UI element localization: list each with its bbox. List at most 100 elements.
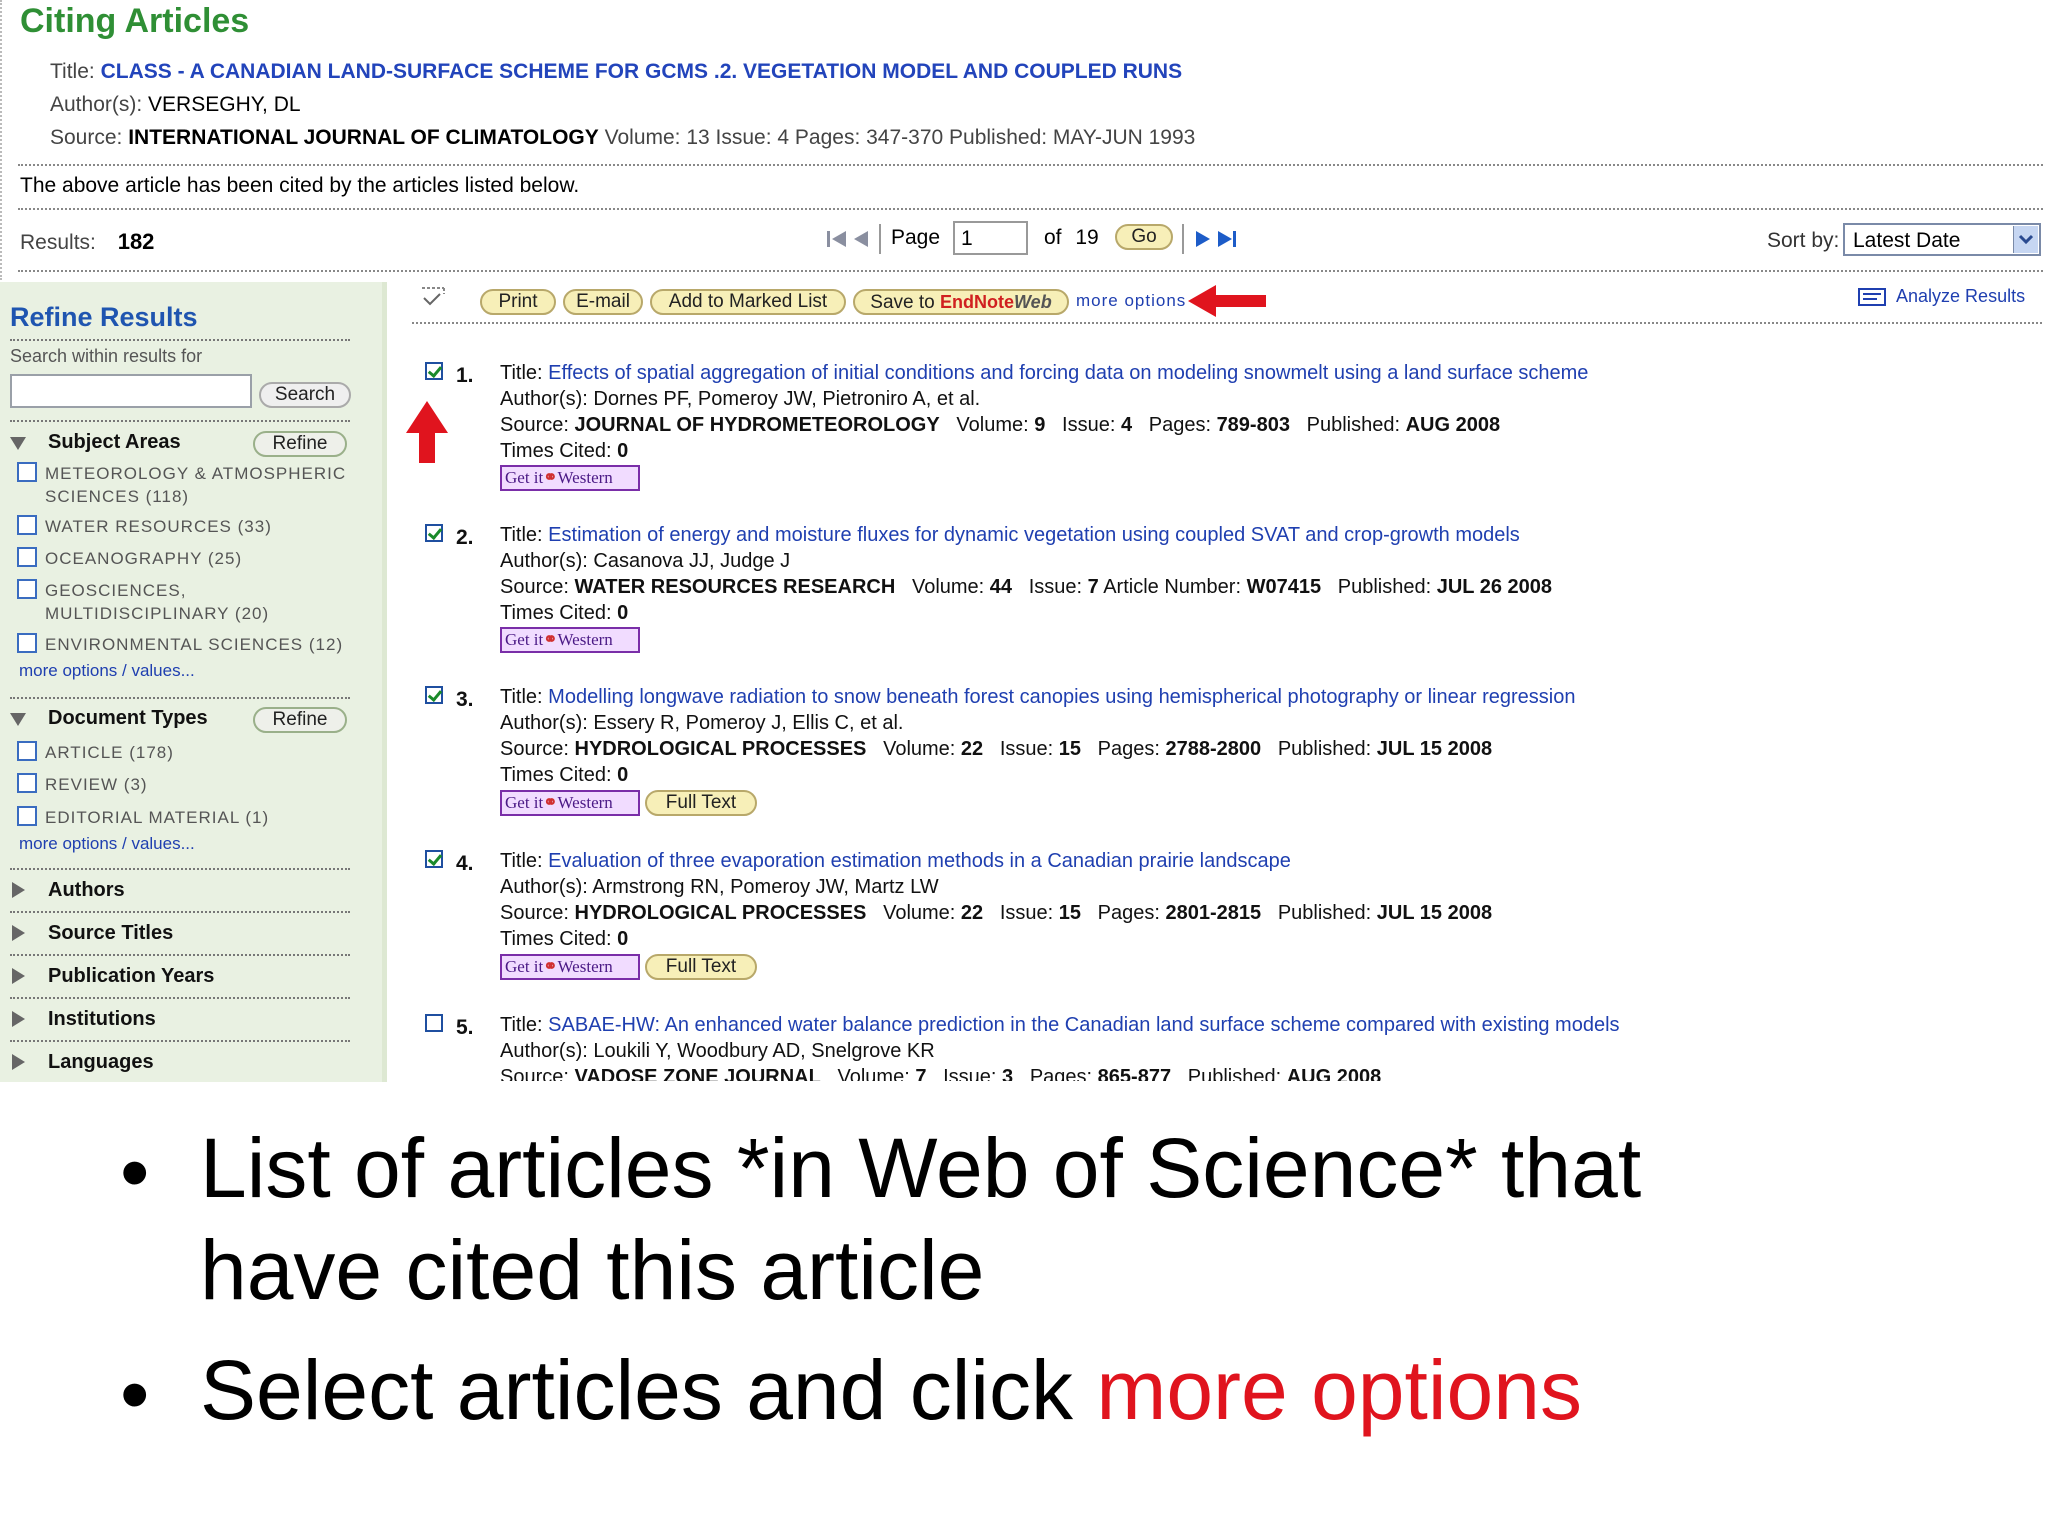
chevron-down-icon[interactable] [2013,226,2038,253]
header-divider [18,164,2043,166]
record-checkbox[interactable] [425,1014,443,1032]
sidebar-divider [10,339,350,341]
search-button[interactable]: Search [259,382,351,408]
authors-label: Author(s): [50,93,143,116]
title-label: Title: [50,60,95,83]
subject-checkbox-environmental[interactable] [17,633,37,653]
get-it-western-button[interactable]: Get it⚭Western [500,790,640,816]
source-titles-facet-title[interactable]: Source Titles [48,922,173,945]
authors-facet-title[interactable]: Authors [48,879,125,902]
collapsed-arrow-icon[interactable] [12,925,25,941]
record-number: 2. [456,526,474,549]
record-checkbox[interactable] [425,362,443,380]
total-pages-value: 19 [1075,226,1099,249]
analyze-results-link[interactable]: Analyze Results [1858,286,2025,307]
record-number: 3. [456,688,474,711]
collapsed-arrow-icon[interactable] [12,882,25,898]
subject-checkbox-geosciences[interactable] [17,579,37,599]
record-title-link[interactable]: SABAE-HW: An enhanced water balance pred… [548,1014,1619,1036]
get-it-western-button[interactable]: Get it⚭Western [500,954,640,980]
bullet-2: Select articles and click more options [200,1348,1582,1432]
doctype-checkbox-review[interactable] [17,773,37,793]
select-page-icon[interactable] [418,284,448,308]
record-title-row: Title: Modelling longwave radiation to s… [500,686,1576,708]
save-endnote-button[interactable]: Save to EndNoteWeb [853,289,1069,315]
page-title: Citing Articles [20,2,250,40]
refine-doctype-button[interactable]: Refine [253,707,347,733]
record-checkbox[interactable] [425,850,443,868]
record-number: 4. [456,852,474,875]
article-title[interactable]: CLASS - A CANADIAN LAND-SURFACE SCHEME F… [101,60,1183,83]
document-types-title[interactable]: Document Types [48,707,208,730]
subject-checkbox-oceanography[interactable] [17,547,37,567]
record-checkbox[interactable] [425,524,443,542]
facet-meteorology: METEOROLOGY & ATMOSPHERIC SCIENCES (118) [45,464,347,506]
record-times-cited: Times Cited: 0 [500,440,629,462]
collapsed-arrow-icon[interactable] [12,1011,25,1027]
expand-arrow-icon[interactable] [10,437,26,450]
record-authors-row: Author(s): Essery R, Pomeroy J, Ellis C,… [500,712,904,734]
next-page-icon[interactable] [1194,229,1212,249]
record-title-row: Title: Evaluation of three evaporation e… [500,850,1291,872]
subject-checkbox-water[interactable] [17,515,37,535]
search-within-input[interactable] [10,374,252,408]
full-text-button[interactable]: Full Text [645,790,757,816]
record-checkbox[interactable] [425,686,443,704]
page-label: Page [891,226,941,249]
refine-results-title: Refine Results [10,302,198,332]
analyze-label: Analyze Results [1896,286,2026,306]
print-button[interactable]: Print [480,289,556,315]
publication-years-facet-title[interactable]: Publication Years [48,965,214,988]
collapsed-arrow-icon[interactable] [12,968,25,984]
expand-arrow-icon[interactable] [10,713,26,726]
email-button[interactable]: E-mail [563,289,643,315]
prev-page-icon[interactable] [852,229,870,249]
go-button[interactable]: Go [1115,224,1173,250]
more-values-link[interactable]: more options / values... [19,834,195,854]
note-divider [18,208,2043,210]
sidebar-divider [10,911,350,913]
last-page-icon[interactable] [1216,229,1238,249]
toolbar-divider [412,322,2042,324]
article-source-details: Volume: 13 Issue: 4 Pages: 347-370 Publi… [604,126,1196,149]
red-arrow-up-icon [404,399,450,465]
add-marked-list-button[interactable]: Add to Marked List [650,289,846,315]
languages-facet-title[interactable]: Languages [48,1051,154,1074]
record-source-row: Source: WATER RESOURCES RESEARCH Volume:… [500,576,1552,598]
bullet-2-highlight: more options [1096,1343,1582,1437]
record-authors-row: Author(s): Casanova JJ, Judge J [500,550,791,572]
institutions-facet-title[interactable]: Institutions [48,1008,156,1031]
page-input[interactable]: 1 [953,221,1028,255]
subject-areas-title[interactable]: Subject Areas [48,431,181,454]
record-5-clip: 5. Title: SABAE-HW: An enhanced water ba… [400,1005,2040,1081]
sort-label: Sort by: [1767,229,1840,252]
source-label: Source: [50,126,123,149]
refine-subject-button[interactable]: Refine [253,431,347,457]
doctype-checkbox-article[interactable] [17,741,37,761]
sort-select[interactable]: Latest Date [1843,223,2041,256]
get-it-western-button[interactable]: Get it⚭Western [500,465,640,491]
record-source-row: Source: VADOSE ZONE JOURNAL Volume: 7 Is… [500,1066,1382,1081]
full-text-button[interactable]: Full Text [645,954,757,980]
page-input-value: 1 [961,227,973,250]
bullet-dot: • [120,1125,150,1219]
save-to-label: Save to [870,292,935,313]
record-title-link[interactable]: Effects of spatial aggregation of initia… [548,362,1588,384]
subject-checkbox-meteorology[interactable] [17,462,37,482]
search-within-label: Search within results for [10,346,203,366]
western-logo-icon: ⚭ [543,957,558,976]
first-page-icon[interactable] [826,229,848,249]
collapsed-arrow-icon[interactable] [12,1054,25,1070]
record-title-link[interactable]: Estimation of energy and moisture fluxes… [548,524,1520,546]
more-values-link[interactable]: more options / values... [19,661,195,681]
more-options-link[interactable]: more options [1076,291,1186,311]
record-title-link[interactable]: Evaluation of three evaporation estimati… [548,850,1291,872]
doctype-checkbox-editorial[interactable] [17,806,37,826]
article-authors: VERSEGHY, DL [148,93,301,116]
sidebar-divider [10,420,350,422]
results-bar-divider [18,270,2043,272]
record-title-link[interactable]: Modelling longwave radiation to snow ben… [548,686,1575,708]
get-it-western-button[interactable]: Get it⚭Western [500,627,640,653]
western-logo-icon: ⚭ [543,468,558,487]
record-times-cited: Times Cited: 0 [500,602,629,624]
